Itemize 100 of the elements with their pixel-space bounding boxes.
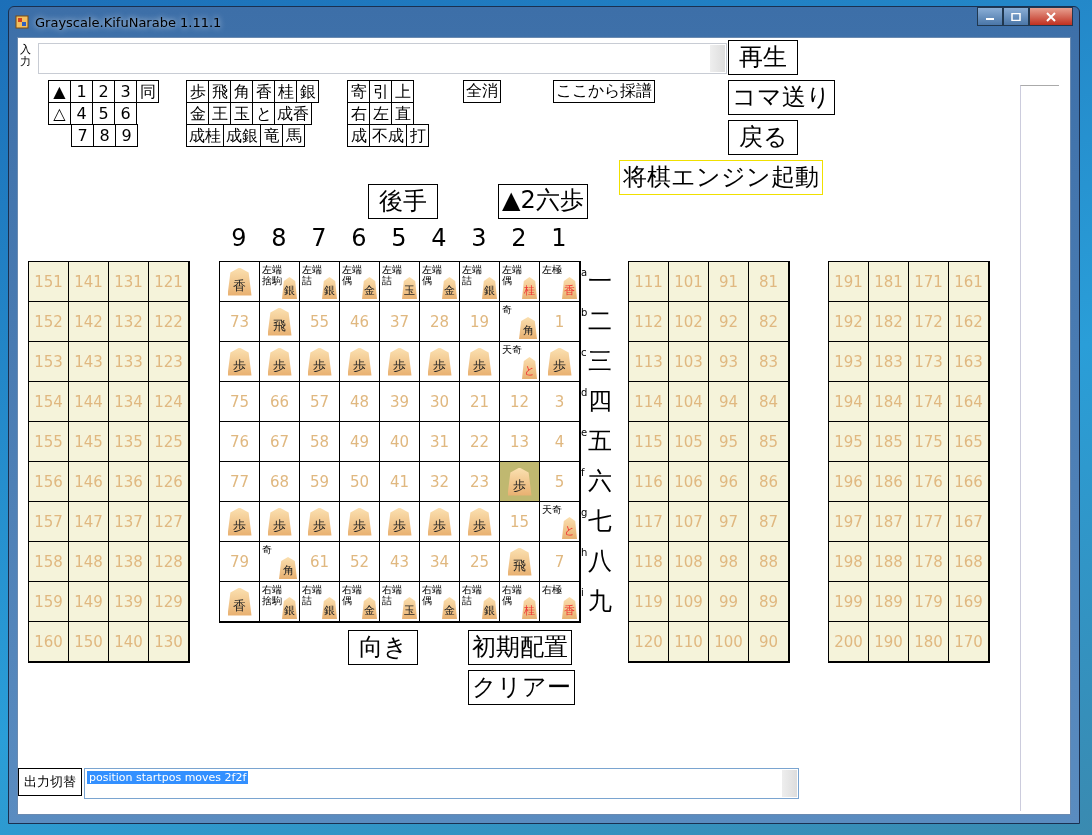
board-square[interactable]: 歩 bbox=[460, 342, 500, 382]
keypad-key[interactable]: 同 bbox=[136, 80, 159, 103]
board-square[interactable]: 歩 bbox=[540, 342, 580, 382]
shogi-piece[interactable]: 金 bbox=[362, 277, 377, 299]
start-engine-button[interactable]: 将棋エンジン起動 bbox=[619, 160, 823, 195]
shogi-piece[interactable]: 金 bbox=[442, 597, 457, 619]
board-square[interactable]: 右端 偶 桂 bbox=[500, 582, 540, 622]
board-square[interactable]: 右極 香 bbox=[540, 582, 580, 622]
board-square[interactable]: 天奇 と bbox=[500, 342, 540, 382]
orientation-button[interactable]: 向き bbox=[348, 630, 418, 665]
board-square[interactable]: 左端 偶 桂 bbox=[500, 262, 540, 302]
board-square[interactable]: 39 bbox=[380, 382, 420, 422]
minimize-button[interactable] bbox=[977, 7, 1003, 26]
board-square[interactable]: 奇 角 bbox=[260, 542, 300, 582]
board-square[interactable]: 歩 bbox=[340, 342, 380, 382]
board-square[interactable]: 右端 詰 銀 bbox=[300, 582, 340, 622]
shogi-piece[interactable]: 銀 bbox=[322, 277, 337, 299]
shogi-piece[interactable]: 銀 bbox=[322, 597, 337, 619]
board-square[interactable]: 43 bbox=[380, 542, 420, 582]
shogi-piece[interactable]: 歩 bbox=[267, 347, 292, 376]
board-square[interactable]: 23 bbox=[460, 462, 500, 502]
keypad-key[interactable]: 不成 bbox=[369, 124, 407, 147]
shogi-piece[interactable]: 銀 bbox=[482, 277, 497, 299]
shogi-piece[interactable]: 歩 bbox=[427, 507, 452, 536]
board-square[interactable]: 歩 bbox=[340, 502, 380, 542]
scrollbar[interactable] bbox=[710, 45, 725, 72]
board-square[interactable]: 46 bbox=[340, 302, 380, 342]
board-square[interactable]: 41 bbox=[380, 462, 420, 502]
shogi-piece[interactable]: 歩 bbox=[347, 347, 372, 376]
board-square[interactable]: 13 bbox=[500, 422, 540, 462]
keypad-key[interactable]: 成桂 bbox=[186, 124, 224, 147]
board-square[interactable]: 香 bbox=[220, 582, 260, 622]
board-square[interactable]: 12 bbox=[500, 382, 540, 422]
board-square[interactable]: 40 bbox=[380, 422, 420, 462]
board-square[interactable]: 奇 角 bbox=[500, 302, 540, 342]
board-square[interactable]: 左端 偶 金 bbox=[340, 262, 380, 302]
board-square[interactable]: 飛 bbox=[500, 542, 540, 582]
shogi-piece[interactable]: 香 bbox=[562, 597, 577, 619]
keypad-key[interactable]: 成 bbox=[347, 124, 370, 147]
board-square[interactable]: 28 bbox=[420, 302, 460, 342]
board-square[interactable]: 右端 偶 金 bbox=[340, 582, 380, 622]
shogi-piece[interactable]: 歩 bbox=[267, 507, 292, 536]
shogi-piece[interactable]: 桂 bbox=[522, 597, 537, 619]
shogi-piece[interactable]: 銀 bbox=[482, 597, 497, 619]
initial-setup-button[interactable]: 初期配置 bbox=[468, 630, 572, 665]
clear-all-button[interactable]: 全消 bbox=[463, 80, 501, 103]
board-square[interactable]: 37 bbox=[380, 302, 420, 342]
shogi-piece[interactable]: 歩 bbox=[347, 507, 372, 536]
board-square[interactable]: 77 bbox=[220, 462, 260, 502]
shogi-piece[interactable]: 銀 bbox=[282, 277, 297, 299]
board-square[interactable]: 右端 詰 銀 bbox=[460, 582, 500, 622]
keypad-key[interactable]: 上 bbox=[391, 80, 414, 103]
board-square[interactable]: 4 bbox=[540, 422, 580, 462]
board-square[interactable]: 25 bbox=[460, 542, 500, 582]
board-square[interactable]: 歩 bbox=[260, 502, 300, 542]
board-square[interactable]: 48 bbox=[340, 382, 380, 422]
keypad-key[interactable]: 7 bbox=[71, 124, 94, 147]
keypad-key[interactable]: 成香 bbox=[274, 102, 312, 125]
board-square[interactable]: 32 bbox=[420, 462, 460, 502]
keypad-key[interactable]: 竜 bbox=[260, 124, 283, 147]
record-from-here-button[interactable]: ここから採譜 bbox=[553, 80, 655, 103]
shogi-piece[interactable]: 歩 bbox=[507, 467, 532, 496]
board-square[interactable]: 左端 偶 金 bbox=[420, 262, 460, 302]
board-square[interactable]: 49 bbox=[340, 422, 380, 462]
board-square[interactable]: 7 bbox=[540, 542, 580, 582]
board-square[interactable]: 歩 bbox=[380, 502, 420, 542]
shogi-piece[interactable]: 歩 bbox=[227, 507, 252, 536]
playback-button[interactable]: 戻る bbox=[728, 120, 798, 155]
keypad-key[interactable]: 馬 bbox=[282, 124, 305, 147]
board-square[interactable]: 左極 香 bbox=[540, 262, 580, 302]
maximize-button[interactable] bbox=[1003, 7, 1029, 26]
shogi-piece[interactable]: 香 bbox=[227, 587, 252, 616]
board-square[interactable]: 歩 bbox=[420, 342, 460, 382]
board-square[interactable]: 73 bbox=[220, 302, 260, 342]
output-toggle-button[interactable]: 出力切替 bbox=[18, 768, 82, 796]
input-field[interactable] bbox=[38, 43, 727, 74]
board-square[interactable]: 34 bbox=[420, 542, 460, 582]
shogi-piece[interactable]: 金 bbox=[362, 597, 377, 619]
board-square[interactable]: 天奇 と bbox=[540, 502, 580, 542]
list-box[interactable] bbox=[1020, 85, 1059, 811]
board-square[interactable]: 飛 bbox=[260, 302, 300, 342]
keypad-key[interactable]: 9 bbox=[115, 124, 138, 147]
shogi-piece[interactable]: 歩 bbox=[467, 347, 492, 376]
clear-button[interactable]: クリアー bbox=[468, 670, 575, 705]
output-field[interactable]: position startpos moves 2f2f bbox=[84, 768, 799, 799]
board-square[interactable]: 左端 詰 銀 bbox=[300, 262, 340, 302]
board-square[interactable]: 58 bbox=[300, 422, 340, 462]
board-square[interactable]: 67 bbox=[260, 422, 300, 462]
shogi-piece[interactable]: 金 bbox=[442, 277, 457, 299]
shogi-piece[interactable]: 歩 bbox=[547, 347, 572, 376]
board-square[interactable]: 15 bbox=[500, 502, 540, 542]
board-square[interactable]: 19 bbox=[460, 302, 500, 342]
board-square[interactable]: 香 bbox=[220, 262, 260, 302]
keypad-key[interactable]: 銀 bbox=[296, 80, 319, 103]
board-square[interactable]: 歩 bbox=[220, 502, 260, 542]
board-square[interactable]: 57 bbox=[300, 382, 340, 422]
playback-button[interactable]: 再生 bbox=[728, 40, 798, 75]
board-square[interactable]: 3 bbox=[540, 382, 580, 422]
playback-button[interactable]: コマ送り bbox=[728, 80, 835, 115]
keypad-key[interactable]: △ bbox=[48, 102, 71, 125]
